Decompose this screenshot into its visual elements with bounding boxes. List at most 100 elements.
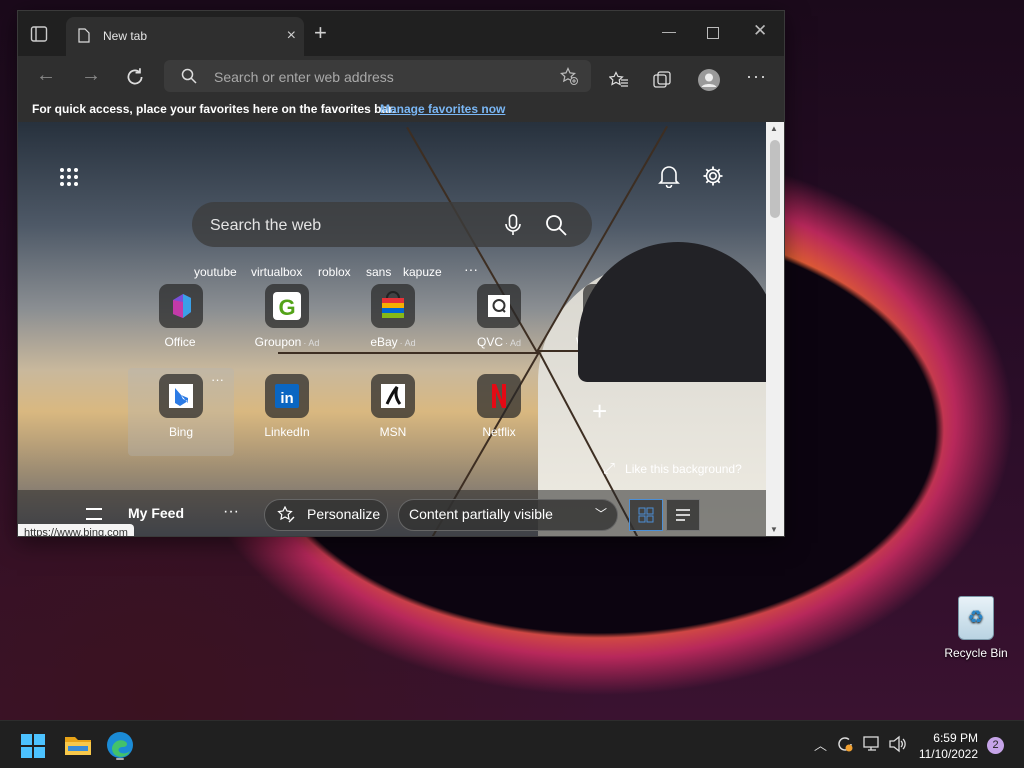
bing-icon	[159, 374, 203, 418]
tile-label: LinkedIn	[264, 425, 310, 439]
content-visibility-value: Content partially visible	[409, 506, 553, 522]
grid-view-button[interactable]	[629, 499, 663, 531]
chevron-up-icon[interactable]: ︿	[632, 252, 646, 272]
profile-avatar[interactable]	[698, 69, 720, 91]
tile-netflix[interactable]: Netflix	[449, 374, 549, 456]
tile-msn[interactable]: MSN	[343, 374, 443, 456]
suggestion-item[interactable]: sans	[366, 265, 391, 279]
show-hidden-icons-icon[interactable]: ︿	[814, 735, 827, 754]
groupon-icon: G	[265, 284, 309, 328]
settings-gear-icon[interactable]	[702, 165, 724, 187]
forward-icon[interactable]: →	[80, 65, 102, 87]
back-icon[interactable]: ←	[35, 65, 57, 87]
pencil-star-icon	[277, 506, 295, 523]
grid-icon	[638, 507, 654, 523]
tile-groupon[interactable]: G Groupon · Ad	[237, 284, 337, 366]
apps-launcher-icon[interactable]	[60, 168, 80, 188]
personalize-button[interactable]: Personalize	[264, 499, 388, 531]
like-background-label: Like this background?	[625, 462, 742, 476]
ebay-icon	[371, 284, 415, 328]
web-search-box[interactable]	[192, 202, 592, 249]
maximize-icon[interactable]	[707, 27, 719, 39]
netflix-icon	[477, 374, 521, 418]
update-icon[interactable]	[836, 735, 854, 753]
web-search-input[interactable]	[208, 202, 492, 249]
refresh-icon[interactable]	[124, 66, 146, 88]
toolbar: ← → ···	[18, 56, 784, 96]
menu-icon[interactable]	[86, 508, 102, 520]
recycle-bin-shortcut[interactable]: Recycle Bin	[940, 596, 1012, 660]
suggestion-item[interactable]: roblox	[318, 265, 351, 279]
tile-qvc[interactable]: QVC · Ad	[449, 284, 549, 366]
tab-new-tab[interactable]: New tab ×	[66, 17, 304, 56]
msn-icon	[371, 374, 415, 418]
scroll-thumb[interactable]	[770, 140, 780, 218]
address-input[interactable]	[212, 60, 546, 94]
notification-badge[interactable]: 2	[987, 737, 1004, 754]
content-visibility-select[interactable]: Content partially visible ﹀	[398, 499, 618, 531]
tile-label: Groupon	[254, 335, 302, 349]
add-site-icon[interactable]: +	[592, 396, 607, 427]
list-view-button[interactable]	[666, 499, 700, 531]
tile-linkedin[interactable]: in LinkedIn	[237, 374, 337, 456]
start-button[interactable]	[18, 729, 50, 761]
tile-office[interactable]: Office	[131, 284, 231, 366]
file-explorer-icon[interactable]	[62, 729, 94, 761]
svg-text:in: in	[280, 390, 293, 407]
close-tab-icon[interactable]: ×	[287, 27, 296, 45]
add-favorite-icon[interactable]	[560, 67, 578, 85]
search-icon	[181, 68, 197, 84]
edge-browser-icon[interactable]	[104, 729, 136, 761]
network-icon[interactable]	[862, 735, 882, 753]
new-tab-page: youtube virtualbox roblox sans kapuze ··…	[18, 122, 766, 536]
notifications-bell-icon[interactable]	[658, 164, 680, 188]
tile-label: MSN	[379, 425, 407, 439]
more-options-icon[interactable]: ···	[223, 503, 239, 521]
tab-strip: New tab × + — ✕	[18, 11, 784, 56]
linkedin-icon: in	[265, 374, 309, 418]
volume-icon[interactable]	[888, 735, 908, 753]
expand-icon: ⤢	[603, 460, 616, 477]
more-suggestions-icon[interactable]: ···	[464, 261, 478, 277]
status-url: https://www.bing.com	[18, 524, 134, 536]
address-bar[interactable]	[164, 60, 591, 94]
suggestion-item[interactable]: youtube	[194, 265, 237, 279]
tile-wayfair[interactable]: Wayfair · Ad	[555, 284, 655, 366]
ad-tag: · Ad	[303, 338, 320, 348]
clock-time: 6:59 PM	[933, 731, 978, 745]
tile-ebay[interactable]: eBay · Ad	[343, 284, 443, 366]
favorites-icon[interactable]	[609, 71, 629, 89]
recycle-bin-label: Recycle Bin	[944, 646, 1008, 660]
collections-icon[interactable]	[653, 71, 673, 89]
qvc-icon	[477, 284, 521, 328]
ad-tag: · Ad	[399, 338, 416, 348]
tile-label: QVC	[476, 335, 503, 349]
new-tab-button[interactable]: +	[314, 22, 327, 44]
clock-date: 11/10/2022	[918, 747, 978, 761]
suggestion-item[interactable]: virtualbox	[251, 265, 302, 279]
manage-favorites-link[interactable]: Manage favorites now	[380, 102, 505, 116]
scroll-up-icon[interactable]: ▲	[770, 124, 778, 133]
favorites-bar: For quick access, place your favorites h…	[18, 96, 784, 122]
taskbar: ︿ 6:59 PM 11/10/2022 2	[0, 720, 1024, 768]
scroll-down-icon[interactable]: ▼	[770, 525, 778, 534]
feed-title[interactable]: My Feed	[128, 505, 184, 521]
microphone-icon[interactable]	[502, 213, 524, 237]
tab-actions-icon[interactable]	[30, 25, 48, 43]
favorites-message: For quick access, place your favorites h…	[32, 102, 396, 116]
like-background-link[interactable]: ⤢ Like this background?	[603, 460, 742, 477]
tile-label: Netflix	[482, 425, 516, 439]
clock[interactable]: 6:59 PM 11/10/2022	[919, 730, 978, 762]
page-scrollbar[interactable]: ▲ ▼	[766, 122, 784, 536]
search-icon[interactable]	[544, 213, 568, 237]
more-options-icon[interactable]: ···	[746, 66, 767, 87]
suggestion-item[interactable]: kapuze	[403, 265, 442, 279]
tile-more-icon[interactable]: ···	[211, 372, 224, 387]
tile-label: Office	[164, 335, 196, 349]
ad-tag: · Ad	[505, 338, 522, 348]
chevron-down-icon: ﹀	[594, 507, 607, 521]
page-icon	[78, 28, 90, 43]
close-window-icon[interactable]: ✕	[753, 21, 767, 41]
tile-bing[interactable]: ··· Bing	[128, 368, 234, 456]
minimize-icon[interactable]: —	[662, 23, 676, 39]
